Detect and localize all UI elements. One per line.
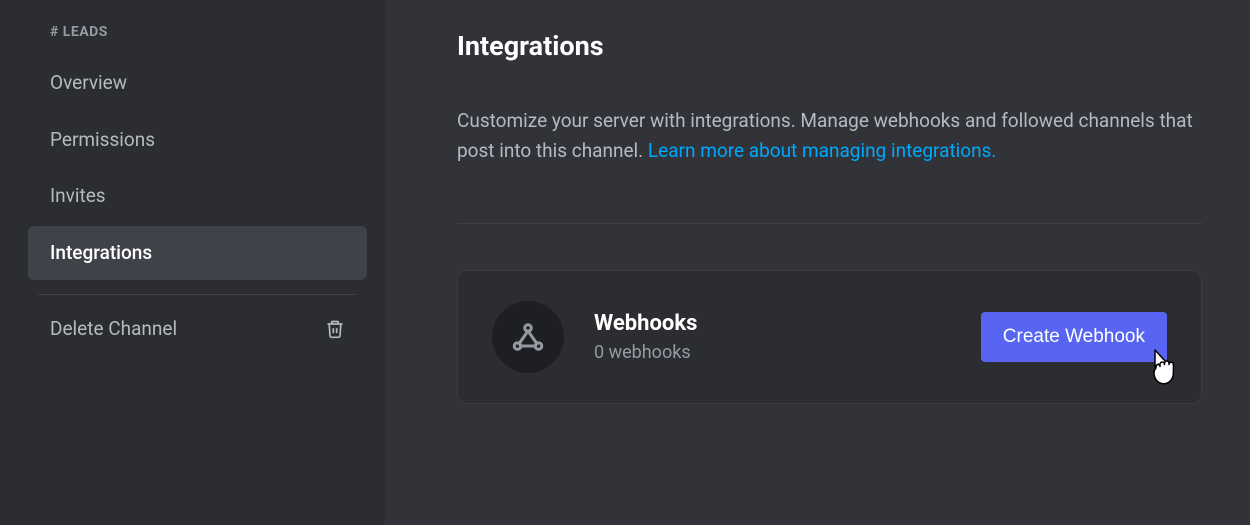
page-title: Integrations (457, 30, 1202, 62)
webhooks-subtitle: 0 webhooks (594, 342, 981, 363)
sidebar-item-label: Overview (50, 71, 127, 94)
trash-icon (325, 318, 345, 340)
main-content: Integrations Customize your server with … (385, 0, 1250, 525)
sidebar-item-integrations[interactable]: Integrations (28, 226, 367, 281)
webhook-icon (510, 319, 546, 355)
sidebar-item-label: Integrations (50, 241, 152, 264)
delete-channel-label: Delete Channel (50, 317, 177, 340)
page-description: Customize your server with integrations.… (457, 106, 1197, 167)
sidebar-item-label: Permissions (50, 128, 155, 151)
sidebar-item-invites[interactable]: Invites (28, 169, 367, 224)
cursor-pointer-icon (1145, 346, 1179, 386)
learn-more-link[interactable]: Learn more about managing integrations. (648, 139, 997, 162)
create-webhook-button[interactable]: Create Webhook (981, 312, 1167, 362)
sidebar-item-label: Invites (50, 184, 106, 207)
content-divider (457, 223, 1202, 224)
sidebar: # LEADS Overview Permissions Invites Int… (0, 0, 385, 525)
channel-label: # LEADS (28, 24, 367, 40)
create-webhook-label: Create Webhook (1003, 326, 1145, 347)
webhooks-title: Webhooks (594, 311, 981, 336)
sidebar-item-permissions[interactable]: Permissions (28, 113, 367, 168)
webhooks-card: Webhooks 0 webhooks Create Webhook (457, 270, 1202, 404)
webhooks-text: Webhooks 0 webhooks (594, 311, 981, 363)
sidebar-divider (38, 294, 357, 295)
delete-channel-button[interactable]: Delete Channel (28, 303, 367, 354)
webhook-icon-circle (492, 301, 564, 373)
sidebar-item-overview[interactable]: Overview (28, 56, 367, 111)
